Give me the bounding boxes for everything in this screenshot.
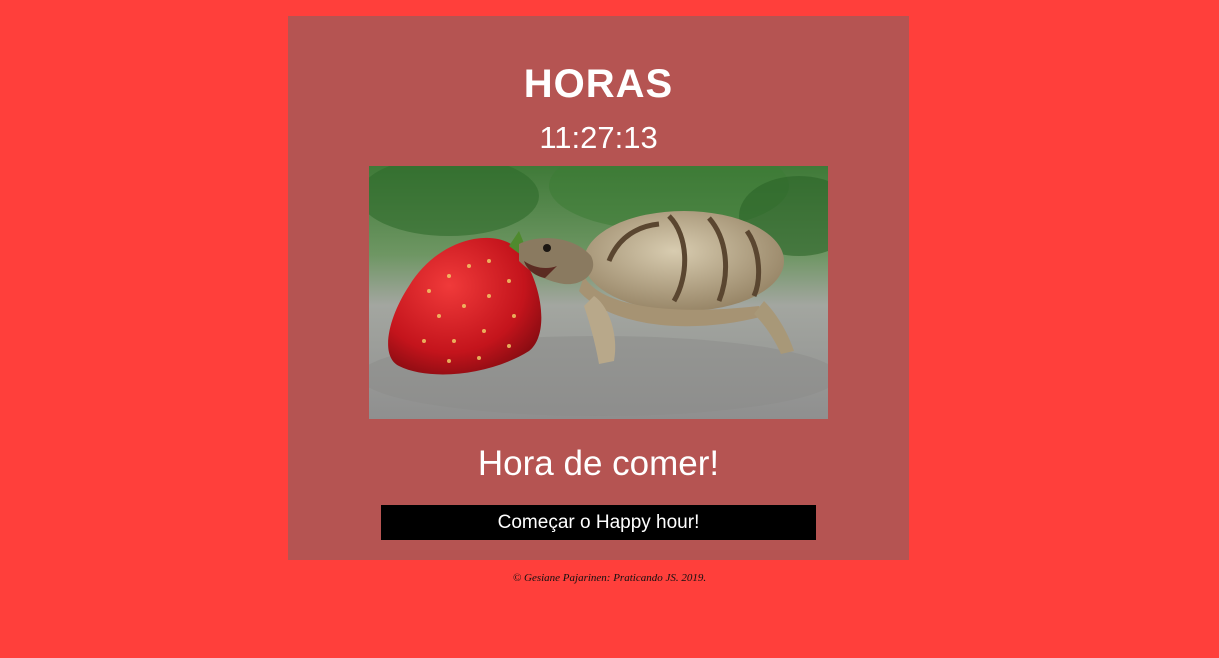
page-title: HORAS bbox=[523, 62, 674, 106]
main-card: HORAS 11:27:13 Hora de comer! Começar o … bbox=[288, 16, 909, 560]
start-happy-hour-button[interactable]: Começar o Happy hour! bbox=[381, 505, 816, 540]
meal-message: Hora de comer! bbox=[477, 444, 720, 483]
tortoise-strawberry-image bbox=[369, 166, 828, 419]
footer-copyright: © Gesiane Pajarinen: Praticando JS. 2019… bbox=[512, 572, 707, 584]
clock-display: 11:27:13 bbox=[539, 120, 658, 155]
